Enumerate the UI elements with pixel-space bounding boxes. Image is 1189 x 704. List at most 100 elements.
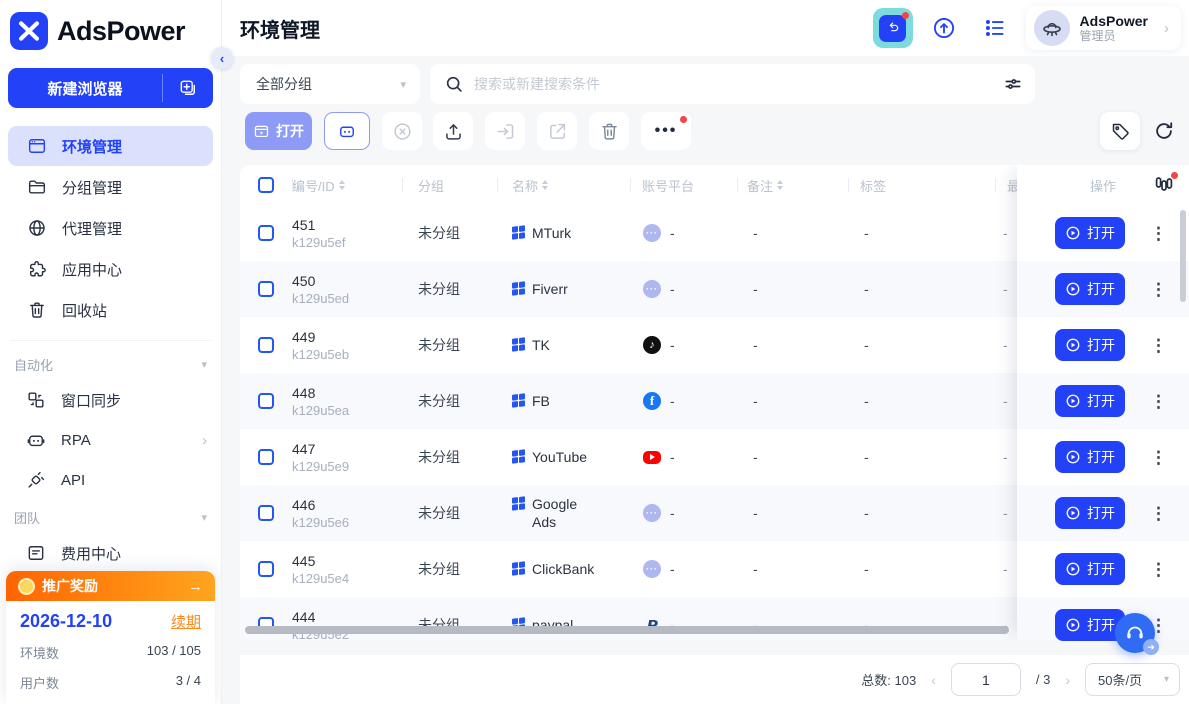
chevron-down-icon: ▾	[201, 511, 207, 524]
renew-link[interactable]: 续期	[171, 611, 201, 632]
bulk-share-button[interactable]	[537, 112, 577, 150]
column-header-tag[interactable]: 标签	[848, 165, 995, 205]
sidebar-item-environment[interactable]: 环境管理	[8, 126, 213, 166]
row-checkbox[interactable]	[258, 449, 274, 465]
sidebar-item-label: RPA	[61, 432, 91, 449]
sidebar-item-window-sync[interactable]: 窗口同步	[0, 380, 221, 420]
section-automation[interactable]: 自动化 ▾	[0, 347, 221, 380]
bulk-more-button[interactable]: •••	[641, 112, 691, 150]
row-more-icon[interactable]: ⋮	[1150, 561, 1167, 578]
platform-value: -	[670, 337, 675, 353]
column-header-note[interactable]: 备注	[737, 165, 848, 205]
open-profile-button[interactable]: 打开	[1055, 441, 1125, 473]
action-row: 打开 ⋮	[1017, 261, 1189, 317]
row-checkbox[interactable]	[258, 281, 274, 297]
open-profile-button[interactable]: 打开	[1055, 553, 1125, 585]
windows-icon	[512, 561, 525, 575]
profile-tag: -	[848, 393, 995, 409]
column-header-name[interactable]: 名称	[497, 165, 630, 205]
sidebar-item-groups[interactable]: 分组管理	[8, 167, 213, 207]
profiles-table: 编号/ID 分组 名称 账号平台 备注 标签 最近打开 451 k129u5ef…	[240, 165, 1189, 641]
profile-group: 未分组	[402, 559, 497, 579]
column-header-id[interactable]: 编号/ID	[292, 165, 402, 205]
promo-label: 推广奖励	[42, 576, 98, 596]
stat-value: 103 / 105	[147, 643, 201, 662]
client-app-icon[interactable]	[873, 8, 913, 48]
sidebar-item-rpa[interactable]: RPA ›	[0, 420, 221, 460]
row-checkbox[interactable]	[258, 337, 274, 353]
open-profile-button[interactable]: 打开	[1055, 497, 1125, 529]
select-all-checkbox[interactable]	[258, 177, 274, 193]
next-page-icon[interactable]: ›	[1065, 672, 1070, 688]
group-filter-select[interactable]: 全部分组 ▾	[240, 64, 420, 104]
sidebar-collapse-button[interactable]: ‹	[211, 47, 233, 69]
profile-tag: -	[848, 449, 995, 465]
vertical-scrollbar[interactable]	[1180, 210, 1186, 302]
row-more-icon[interactable]: ⋮	[1150, 449, 1167, 466]
filter-sliders-icon[interactable]	[1003, 74, 1023, 94]
task-list-icon[interactable]	[975, 8, 1015, 48]
page-size-select[interactable]: 50条/页 ▾	[1085, 663, 1180, 696]
bulk-close-button[interactable]	[382, 112, 422, 150]
sync-icon[interactable]	[924, 8, 964, 48]
sort-icon[interactable]	[542, 180, 548, 190]
support-button[interactable]: ➜	[1115, 613, 1155, 653]
row-checkbox[interactable]	[258, 561, 274, 577]
page-number-input[interactable]	[951, 663, 1021, 696]
row-checkbox[interactable]	[258, 505, 274, 521]
close-circle-icon	[392, 121, 413, 142]
total-pages: / 3	[1036, 672, 1050, 687]
column-header-platform[interactable]: 账号平台	[630, 165, 737, 205]
row-more-icon[interactable]: ⋮	[1150, 337, 1167, 354]
open-profile-button[interactable]: 打开	[1055, 385, 1125, 417]
new-browser-button[interactable]: 新建浏览器	[8, 68, 213, 108]
sidebar-item-proxies[interactable]: 代理管理	[8, 208, 213, 248]
batch-create-icon[interactable]	[163, 68, 213, 108]
bulk-rpa-button[interactable]	[324, 112, 370, 150]
tag-manage-button[interactable]	[1100, 112, 1140, 150]
section-team[interactable]: 团队 ▾	[0, 500, 221, 533]
row-more-icon[interactable]: ⋮	[1150, 505, 1167, 522]
windows-icon	[512, 337, 525, 351]
account-menu[interactable]: AdsPower 管理员 ›	[1026, 6, 1181, 50]
row-more-icon[interactable]: ⋮	[1150, 225, 1167, 242]
sidebar-item-apps[interactable]: 应用中心	[8, 249, 213, 289]
row-checkbox[interactable]	[258, 225, 274, 241]
row-more-icon[interactable]: ⋮	[1150, 281, 1167, 298]
sidebar-item-recycle-bin[interactable]: 回收站	[8, 290, 213, 330]
arrow-right-icon: →	[188, 578, 203, 595]
bulk-delete-button[interactable]	[589, 112, 629, 150]
profile-group: 未分组	[402, 223, 497, 243]
sort-icon[interactable]	[339, 180, 345, 190]
sort-icon[interactable]	[777, 180, 783, 190]
account-name: AdsPower	[1080, 13, 1148, 29]
profile-note: -	[737, 393, 848, 409]
profile-group: 未分组	[402, 391, 497, 411]
sidebar-item-api[interactable]: API	[0, 460, 221, 500]
promo-banner[interactable]: 推广奖励 →	[6, 571, 215, 601]
column-header-group[interactable]: 分组	[402, 165, 497, 205]
sidebar-item-label: 回收站	[62, 300, 107, 321]
notification-dot	[1171, 172, 1178, 179]
open-profile-button[interactable]: 打开	[1055, 273, 1125, 305]
upload-icon	[443, 121, 464, 142]
refresh-button[interactable]	[1146, 112, 1182, 150]
prev-page-icon[interactable]: ‹	[931, 672, 936, 688]
column-settings-icon[interactable]	[1152, 173, 1176, 197]
facebook-icon: f	[643, 392, 661, 410]
browser-play-icon	[1065, 225, 1081, 241]
open-profile-button[interactable]: 打开	[1055, 217, 1125, 249]
row-checkbox[interactable]	[258, 393, 274, 409]
browser-open-icon	[253, 123, 270, 140]
bulk-import-button[interactable]	[485, 112, 525, 150]
horizontal-scrollbar[interactable]	[245, 626, 1009, 634]
sidebar-nav: 环境管理 分组管理 代理管理 应用中心 回收站	[0, 114, 221, 330]
open-profile-button[interactable]: 打开	[1055, 329, 1125, 361]
bulk-open-button[interactable]: 打开	[245, 112, 312, 150]
bulk-export-button[interactable]	[433, 112, 473, 150]
sidebar-item-billing[interactable]: 费用中心	[0, 533, 221, 573]
row-more-icon[interactable]: ⋮	[1150, 393, 1167, 410]
action-row: 打开 ⋮	[1017, 485, 1189, 541]
account-role: 管理员	[1080, 29, 1148, 43]
search-input[interactable]	[474, 76, 993, 92]
